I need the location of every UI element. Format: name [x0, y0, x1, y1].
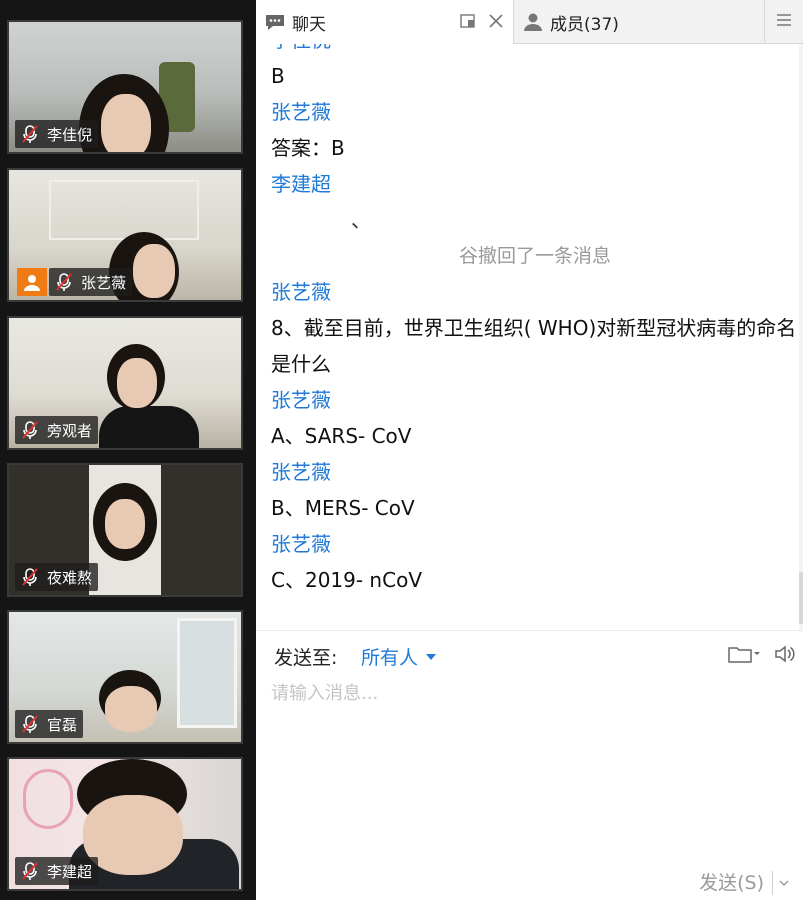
message-stream: 李佳倪 B 张艺薇 答案：B 李建超 、 谷撤回了一条消息 张艺薇 8、截至目前…	[271, 44, 799, 598]
avatar-badge	[17, 268, 47, 296]
participant-name: 官磊	[47, 715, 78, 734]
message-text: 答案：B	[271, 136, 345, 160]
participant-name-tag: 张艺薇	[49, 268, 133, 296]
tab-members-label: 成员(37)	[550, 14, 619, 35]
compose-tools	[727, 643, 795, 665]
send-row: 发送(S)	[699, 866, 795, 900]
mic-muted-icon	[19, 566, 41, 588]
send-to-label: 发送至:	[274, 647, 338, 669]
send-button[interactable]: 发送(S)	[699, 871, 773, 895]
meeting-window: 李佳倪 张艺薇 旁观者 夜难熬 官磊 李建超 聊天 成员(37) B 张艺薇 答…	[0, 0, 803, 900]
menu-button[interactable]	[764, 0, 803, 44]
message-sender[interactable]: 张艺薇	[271, 274, 799, 310]
participant-name-tag: 夜难熬	[15, 563, 99, 591]
video-tile[interactable]: 李佳倪	[7, 20, 243, 154]
video-tile[interactable]: 旁观者	[7, 316, 243, 450]
chat-panel: 聊天 成员(37) B 张艺薇 答案：B 李建超 、 谷撤回了一条消息 张艺薇 …	[256, 0, 803, 900]
tab-bar: 聊天 成员(37)	[256, 0, 803, 44]
close-icon[interactable]	[487, 12, 505, 30]
message-sender[interactable]: 张艺薇	[271, 94, 799, 130]
chat-bubble-icon	[264, 11, 286, 33]
message-text: B、MERS- CoV	[271, 496, 415, 520]
participant-name-tag: 官磊	[15, 710, 84, 738]
message-sender[interactable]: 张艺薇	[271, 382, 799, 418]
compose-area: 发送至: 所有人 发送(S)	[256, 630, 803, 900]
message-text: A、SARS- CoV	[271, 424, 412, 448]
tab-members[interactable]: 成员(37)	[514, 0, 764, 44]
video-tile[interactable]: 李建超	[7, 757, 243, 891]
message-sender[interactable]: 张艺薇	[271, 526, 799, 562]
message-sender[interactable]: 李佳倪	[271, 44, 799, 58]
send-options-button[interactable]	[773, 877, 795, 889]
person-body	[99, 406, 199, 448]
person-face	[105, 686, 157, 732]
person-face	[101, 94, 151, 152]
participant-name-tag: 旁观者	[15, 416, 99, 444]
message-input[interactable]	[271, 679, 791, 859]
person-face	[133, 244, 175, 298]
recall-notice: 谷撤回了一条消息	[458, 245, 611, 267]
participant-name: 李建超	[47, 862, 93, 881]
video-tile[interactable]: 夜难熬	[7, 463, 243, 597]
message-sender[interactable]: 张艺薇	[271, 454, 799, 490]
user-icon	[24, 275, 40, 291]
menu-icon	[776, 12, 792, 32]
chevron-down-icon	[779, 880, 789, 887]
recipient-dropdown[interactable]: 所有人	[361, 643, 437, 670]
tab-chat[interactable]: 聊天	[256, 0, 514, 44]
dropdown-caret-icon	[426, 653, 437, 660]
tab-actions	[459, 12, 505, 30]
video-strip: 李佳倪 张艺薇 旁观者 夜难熬 官磊 李建超	[0, 0, 256, 900]
person-face	[105, 499, 145, 549]
scrollbar-thumb[interactable]	[799, 572, 803, 624]
folder-icon[interactable]	[727, 643, 761, 665]
window-decor	[177, 618, 237, 728]
video-tile[interactable]: 张艺薇	[7, 168, 243, 302]
message-text: 、	[351, 208, 371, 232]
participant-name-tag: 李建超	[15, 857, 99, 885]
mic-muted-icon	[19, 419, 41, 441]
scrollbar-track[interactable]	[799, 44, 803, 630]
participant-name: 李佳倪	[47, 125, 93, 144]
message-text: C、2019- nCoV	[271, 568, 422, 592]
wall-decor	[23, 769, 73, 829]
ceiling-decor	[49, 180, 199, 240]
popout-icon[interactable]	[459, 12, 477, 30]
message-text: 8、截至目前，世界卫生组织( WHO)对新型冠状病毒的命名是什么	[271, 316, 797, 376]
person-face	[117, 358, 157, 408]
speaker-icon[interactable]	[773, 643, 795, 665]
participant-name: 夜难熬	[47, 568, 93, 587]
mic-muted-icon	[19, 713, 41, 735]
mic-muted-icon	[19, 860, 41, 882]
participant-name: 张艺薇	[81, 273, 127, 292]
tab-chat-label: 聊天	[292, 14, 326, 35]
participant-name-tag: 李佳倪	[15, 120, 99, 148]
recipient-value: 所有人	[361, 647, 419, 669]
mic-muted-icon	[53, 271, 75, 293]
mic-muted-icon	[19, 123, 41, 145]
video-tile[interactable]: 官磊	[7, 610, 243, 744]
members-icon	[522, 11, 544, 33]
message-list[interactable]: 李佳倪 B 张艺薇 答案：B 李建超 、 谷撤回了一条消息 张艺薇 8、截至目前…	[256, 44, 803, 630]
message-text: B	[271, 64, 285, 88]
message-sender[interactable]: 李建超	[271, 166, 799, 202]
participant-name: 旁观者	[47, 421, 93, 440]
